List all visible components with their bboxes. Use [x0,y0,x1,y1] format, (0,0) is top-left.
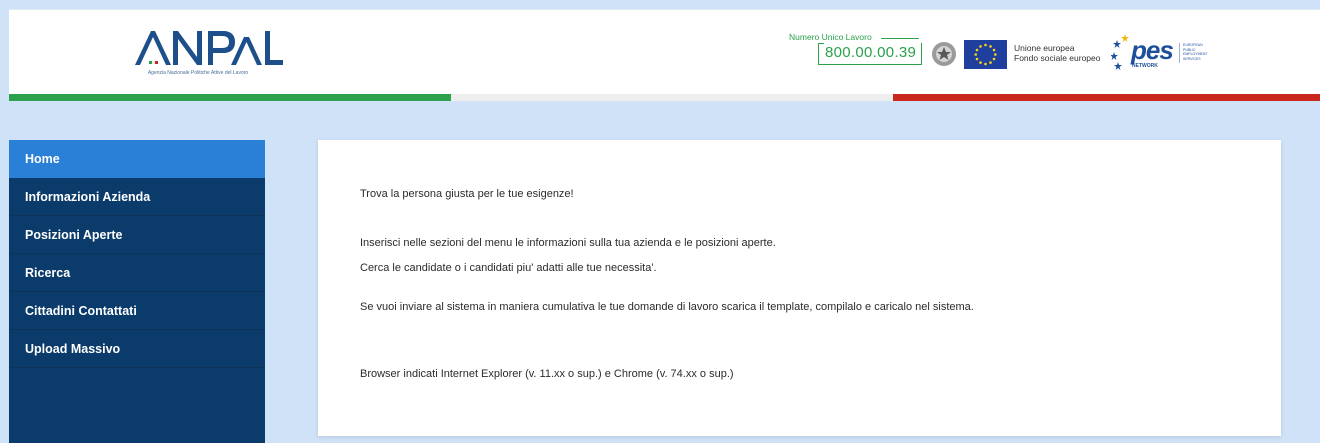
instruction-upload: Se vuoi inviare al sistema in maniera cu… [360,301,974,313]
pes-network-label: NETWORK [1132,63,1158,69]
eu-caption-line2: Fondo sociale europeo [1014,53,1101,63]
sidebar-item-upload-massivo[interactable]: Upload Massivo [9,330,265,368]
numero-phone-value: 800.00.00.39 [825,44,917,61]
italian-republic-emblem-icon [930,39,958,69]
pes-separator [1179,43,1180,63]
sidebar-item-informazioni-azienda[interactable]: Informazioni Azienda [9,178,265,216]
sidebar-item-cittadini-contattati[interactable]: Cittadini Contattati [9,292,265,330]
pes-side-text: EUROPEAN PUBLIC EMPLOYMENT SERVICES [1183,43,1208,61]
sidebar-item-ricerca[interactable]: Ricerca [9,254,265,292]
main-content-panel: Trova la persona giusta per le tue esige… [318,140,1281,436]
anpal-logo[interactable]: Agenzia Nazionale Politiche Attive del L… [113,23,283,79]
eu-caption-line1: Unione europea [1014,43,1075,53]
numero-tick-vertical [818,43,819,65]
pes-stars-icon [1110,34,1129,70]
anpal-logo-mark [135,31,283,65]
eu-caption: Unione europea Fondo sociale europeo [1014,43,1100,63]
pes-wordmark: pes [1131,35,1174,65]
sidebar-menu: Home Informazioni Azienda Posizioni Aper… [9,140,265,443]
numero-label: Numero Unico Lavoro [789,32,872,42]
eu-flag-icon [964,40,1007,69]
tricolor-stripe-red [893,94,1320,101]
pes-network-logo: pes NETWORK EUROPEAN PUBLIC EMPLOYMENT S… [1110,32,1231,72]
logo-subtitle: Agenzia Nazionale Politiche Attive del L… [147,70,249,76]
site-header: Agenzia Nazionale Politiche Attive del L… [9,9,1320,101]
numero-unico-lavoro[interactable]: Numero Unico Lavoro 800.00.00.39 [789,32,922,66]
sidebar-item-home[interactable]: Home [9,140,265,178]
browser-note: Browser indicati Internet Explorer (v. 1… [360,368,734,380]
tricolor-stripe-white [451,94,893,101]
page-frame: Agenzia Nazionale Politiche Attive del L… [9,9,1320,443]
numero-decoration-line [881,38,919,39]
intro-text: Trova la persona giusta per le tue esige… [360,188,574,200]
pes-side-line: SERVICES [1183,56,1201,61]
pes-side-line: EMPLOYMENT [1183,52,1208,56]
tricolor-stripe-green [9,94,451,101]
instruction-search: Cerca le candidate o i candidati piu' ad… [360,262,657,274]
instruction-menu: Inserisci nelle sezioni del menu le info… [360,237,776,249]
sidebar-item-posizioni-aperte[interactable]: Posizioni Aperte [9,216,265,254]
